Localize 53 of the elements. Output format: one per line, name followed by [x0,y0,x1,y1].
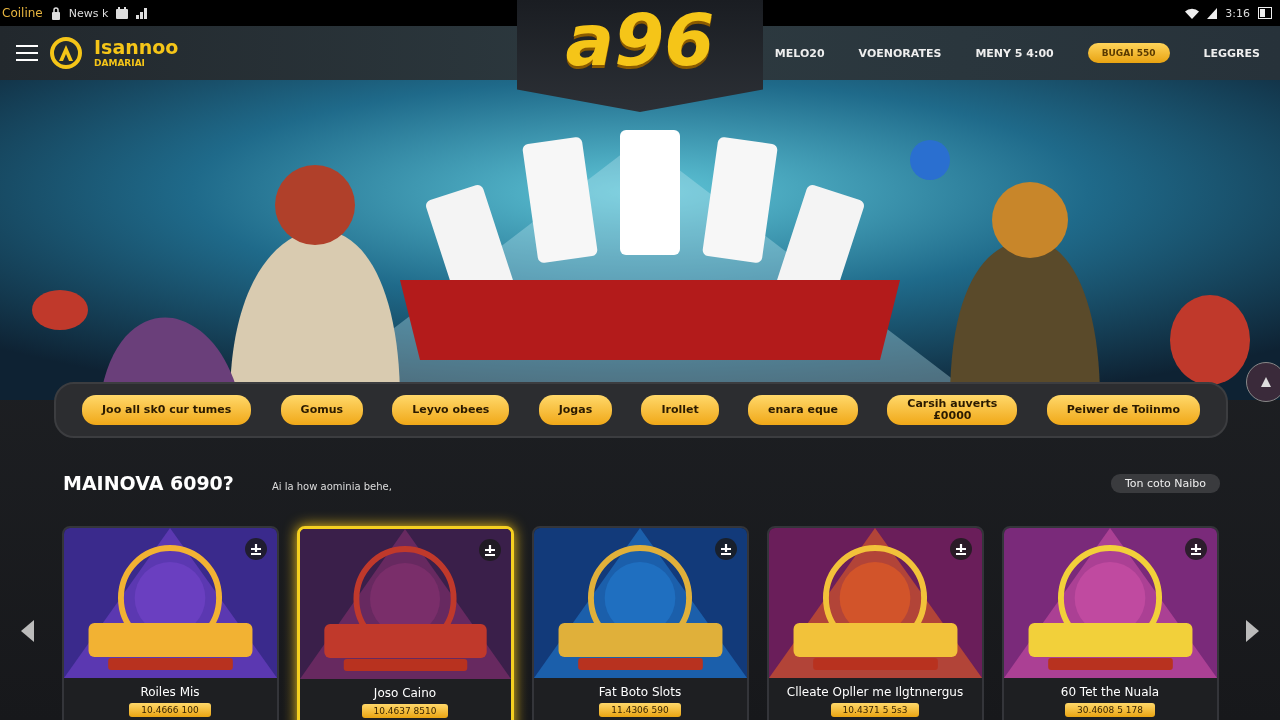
plus-minus-icon[interactable] [1184,538,1207,560]
plus-minus-icon[interactable] [949,538,972,560]
section-title: MAINOVA 6090? [63,472,234,494]
brand-logo-icon [50,37,82,69]
signal-icon [1207,7,1218,19]
brand-name: Isannoo [94,38,179,57]
category-button[interactable]: Joo all sk0 cur tumes [82,395,252,425]
nav-button[interactable]: BUGAI 550 [1087,43,1170,63]
game-price-tag: 11.4306 590 [599,703,681,717]
left-arrow-icon [21,620,36,642]
category-button[interactable]: Leyvo obees [392,395,510,425]
nav-link[interactable]: LEGGRES [1203,46,1260,60]
plus-minus-icon[interactable] [478,539,501,561]
game-price-tag: 10.4666 100 [129,703,211,717]
signal-icon [136,7,149,19]
category-button[interactable]: Peiwer de Toiinmo [1046,395,1200,425]
game-price-tag: 10.4637 8510 [361,704,449,718]
plus-minus-icon[interactable] [244,538,267,560]
clock-time: 3:16 [1225,6,1250,20]
game-card[interactable]: Roiles Mis 10.4666 100 [61,526,279,720]
lock-icon [50,6,61,20]
nav-link[interactable]: MENY 5 4:00 [975,46,1054,60]
game-title: 60 Tet the Nuala [1060,685,1160,699]
game-title: Joso Caino [373,686,437,700]
game-card[interactable]: Joso Caino 10.4637 8510 [296,526,514,720]
up-arrow-icon [1260,376,1272,388]
nav-link[interactable]: VOENORATES [858,46,942,60]
game-card[interactable]: Clleate Opller me Ilgtnnergus 10.4371 5 5s3 [766,526,984,720]
category-button[interactable]: Carsih auverts £0000 [887,395,1018,425]
game-title: Fat Boto Slots [598,685,682,699]
right-arrow-icon [1244,620,1259,642]
game-card[interactable]: 60 Tet the Nuala 30.4608 5 178 [1001,526,1219,720]
wifi-icon [1185,7,1200,19]
carrier-name: Coiline [2,6,43,20]
app-name: News k [68,6,109,20]
menu-icon[interactable] [16,45,38,61]
game-title: Roiles Mis [140,685,200,699]
game-price-tag: 30.4608 5 178 [1065,703,1155,717]
battery-icon [1258,7,1272,19]
game-price-tag: 10.4371 5 5s3 [830,703,920,717]
category-button[interactable]: Jogas [538,395,613,425]
view-all-button[interactable]: Ton coto Naibo [1110,473,1220,493]
category-button[interactable]: Gomus [280,395,364,425]
plus-minus-icon[interactable] [714,538,737,560]
site-logo: a96 [565,4,715,76]
nav-link[interactable]: MELO20 [774,46,825,60]
brand-tagline: DAMARIAI [94,59,146,68]
calendar-icon [116,7,129,19]
game-title: Clleate Opller me Ilgtnnergus [786,685,964,699]
game-card[interactable]: Fat Boto Slots 11.4306 590 [531,526,749,720]
category-button[interactable]: enara eque [748,395,859,425]
category-button[interactable]: Irollet [641,395,719,425]
section-subtitle: Ai la how aominia behe, [271,481,392,492]
